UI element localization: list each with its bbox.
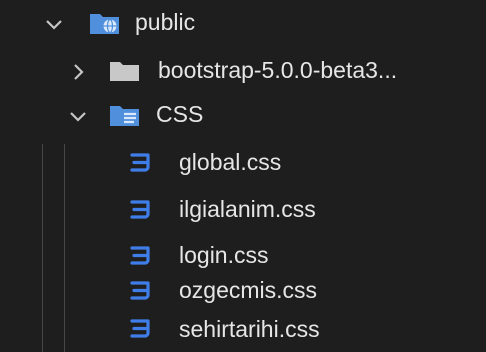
tree-item-label: CSS xyxy=(156,101,204,127)
css-file-icon xyxy=(128,279,152,303)
css-file-icon xyxy=(128,151,152,175)
chevron-down-icon[interactable] xyxy=(44,14,64,34)
tree-item-bootstrap[interactable]: bootstrap-5.0.0-beta3... xyxy=(0,48,486,96)
file-explorer-tree: public bootstrap-5.0.0-beta3... CSS glob… xyxy=(0,0,486,352)
tree-item-label: login.css xyxy=(179,242,269,268)
chevron-down-icon[interactable] xyxy=(68,106,88,126)
tree-item-label: global.css xyxy=(179,149,282,175)
tree-item-ilgialanim-css[interactable]: ilgialanim.css xyxy=(0,192,486,240)
tree-item-label: sehirtarihi.css xyxy=(179,316,320,342)
folder-public-icon xyxy=(89,10,121,36)
chevron-right-icon[interactable] xyxy=(68,62,88,82)
css-file-icon xyxy=(128,198,152,222)
folder-icon xyxy=(109,59,141,83)
folder-css-icon xyxy=(109,102,141,128)
tree-item-css-folder[interactable]: CSS xyxy=(0,96,486,144)
tree-item-label: ozgecmis.css xyxy=(179,277,318,303)
css-file-icon xyxy=(128,317,152,341)
tree-item-public[interactable]: public xyxy=(0,0,486,48)
css-file-icon xyxy=(128,244,152,268)
tree-item-label: public xyxy=(135,9,196,35)
tree-item-sehirtarihi-css[interactable]: sehirtarihi.css xyxy=(0,304,486,352)
tree-item-label: ilgialanim.css xyxy=(179,196,316,222)
tree-item-label: bootstrap-5.0.0-beta3... xyxy=(158,57,398,83)
tree-item-global-css[interactable]: global.css xyxy=(0,144,486,192)
